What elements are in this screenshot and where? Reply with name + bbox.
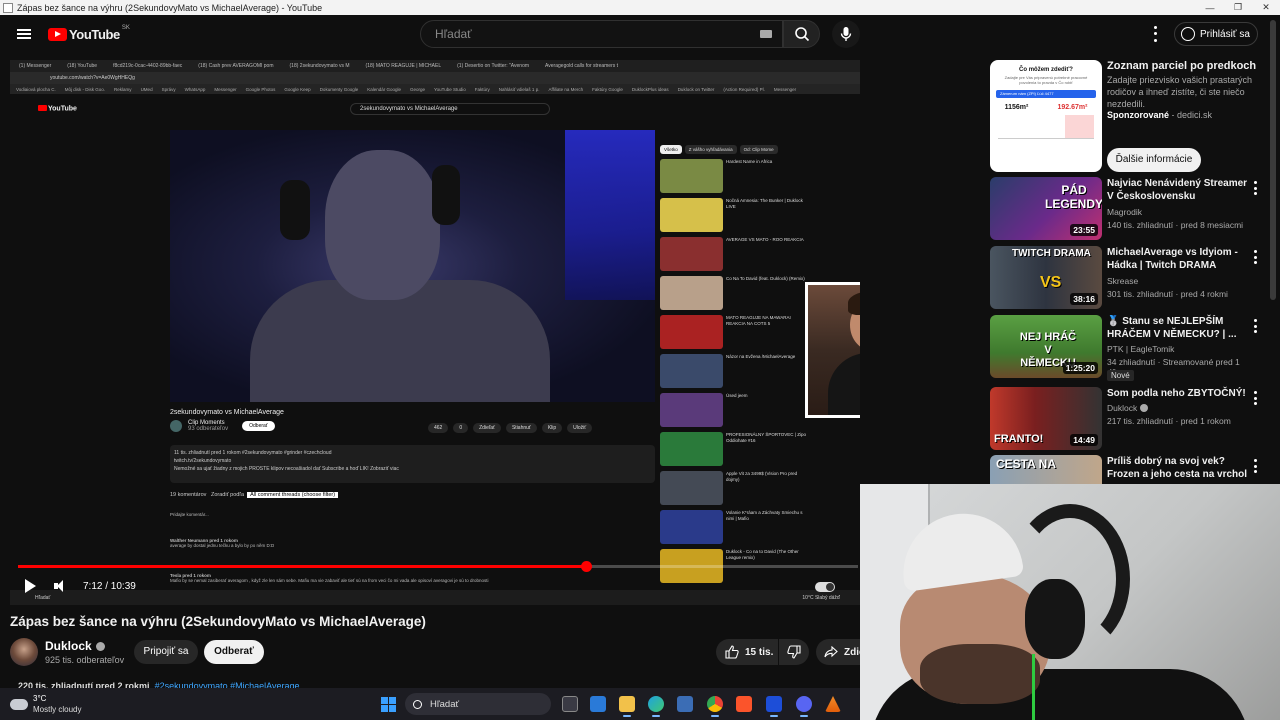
task-view-icon[interactable] — [562, 696, 578, 712]
inner-video-title: 2sekundovymato vs MichaelAverage — [170, 409, 284, 416]
inner-channel-row: Clip Moments 93 odberateľov Odberať — [170, 420, 275, 432]
inner-comments-header: 19 komentárov Zoradiť podľa All comment … — [170, 492, 339, 498]
search-input[interactable]: Hľadať — [420, 20, 783, 48]
inner-action-buttons: 462 0 Zdieľať Stiahnuť Klip Uložiť — [428, 423, 593, 433]
ad-sponsor: Sponzorované · dedici.sk — [1107, 110, 1213, 120]
autoplay-toggle[interactable] — [815, 582, 835, 592]
video-thumbnail[interactable]: FRANTO! 14:49 — [990, 387, 1102, 450]
related-video-item[interactable]: PÁD LEGENDY 23:55 Najviac Nenávidený Str… — [990, 177, 1265, 241]
user-icon — [1181, 27, 1195, 41]
related-sidebar: Čo môžem zdediť? Zadajte pre Vás priprav… — [985, 60, 1270, 518]
app-icon — [3, 2, 13, 13]
scrubber-handle[interactable] — [580, 561, 592, 572]
inner-related-list: Všetko Z vášho vyhľadávania Od: Clip Mome … — [660, 145, 810, 588]
voice-search-button[interactable] — [832, 20, 860, 48]
ad-more-info-button[interactable]: Ďalšie informácie — [1107, 148, 1201, 172]
video-player[interactable]: (1) Messenger (18) YouTube f8cd219c-0cac-4… — [10, 60, 860, 605]
inner-webcam-overlay — [805, 282, 860, 418]
share-icon — [824, 646, 838, 658]
search-icon — [413, 699, 422, 709]
like-button[interactable]: 15 tis. — [716, 639, 778, 665]
progress-fill — [18, 565, 586, 568]
inner-description: 11 tis. zhliadnutí pred 1 rokom #2sekund… — [170, 445, 655, 483]
vlc-icon[interactable] — [825, 696, 841, 712]
photos-icon[interactable] — [677, 696, 693, 712]
maximize-button[interactable]: ❐ — [1224, 2, 1252, 13]
inner-youtube-header: YouTube 2sekundovymato vs MichaelAverage — [10, 100, 860, 120]
windows-start-icon[interactable] — [381, 697, 396, 712]
search-button[interactable] — [783, 20, 820, 48]
subscribe-button[interactable]: Odberať — [204, 640, 264, 664]
join-button[interactable]: Pripojiť sa — [134, 640, 198, 664]
windows-taskbar: 3°C Mostly cloudy Hľadať — [0, 688, 860, 720]
more-options-icon[interactable] — [1253, 391, 1257, 405]
inner-browser-tabs: (1) Messenger (18) YouTube f8cd219c-0cac-4… — [10, 60, 860, 72]
webcam-overlay — [860, 484, 1280, 720]
video-thumbnail[interactable]: TWITCH DRAMA VS 38:16 — [990, 246, 1102, 309]
subscriber-count: 925 tis. odberateľov — [45, 655, 125, 665]
discord-icon[interactable] — [796, 696, 812, 717]
inner-url-bar: youtube.com/watch?v=Ae0WgHHEQg — [10, 72, 860, 84]
ad-thumbnail[interactable]: Čo môžem zdediť? Zadajte pre Vás priprav… — [990, 60, 1102, 172]
time-display: 7:12 / 10:39 — [83, 580, 136, 592]
related-video-item[interactable]: NEJ HRÁČ V NĚMECKU 1:25:20 🥈 Stanu se NE… — [990, 315, 1265, 381]
microphone-icon — [840, 27, 852, 41]
more-options-icon[interactable] — [1253, 459, 1257, 473]
youtube-header: YouTube SK Hľadať Prihlásiť sa — [0, 15, 1280, 53]
minimize-button[interactable]: — — [1196, 3, 1224, 13]
cloud-icon — [10, 698, 28, 710]
related-video-item[interactable]: FRANTO! 14:49 Som podla neho ZBYTOČNÝ! D… — [990, 387, 1265, 451]
menu-icon[interactable] — [17, 29, 31, 39]
more-options-icon[interactable] — [1253, 181, 1257, 195]
edge-icon[interactable] — [648, 696, 664, 717]
play-icon[interactable] — [25, 579, 36, 593]
weather-widget[interactable]: 3°C Mostly cloudy — [10, 693, 81, 715]
close-button[interactable]: ✕ — [1252, 2, 1280, 13]
window-title: Zápas bez šance na výhru (2SekundovyMato… — [17, 2, 323, 13]
ad-title[interactable]: Zoznam parciel po predkoch — [1107, 60, 1256, 72]
progress-bar[interactable] — [18, 561, 858, 572]
video-thumbnail[interactable]: NEJ HRÁČ V NĚMECKU 1:25:20 — [990, 315, 1102, 378]
volume-icon[interactable] — [54, 580, 66, 592]
channel-name[interactable]: Duklock — [45, 639, 105, 653]
inner-bookmarks-bar: Vodiaiová plocha C. Môj disk - Disk Goo. R… — [10, 84, 860, 94]
youtube-play-icon — [48, 27, 67, 41]
store-icon[interactable] — [590, 696, 606, 712]
channel-avatar[interactable] — [10, 638, 38, 666]
video-thumbnail[interactable]: PÁD LEGENDY 23:55 — [990, 177, 1102, 240]
video-title: Zápas bez šance na výhru (2SekundovyMato… — [10, 614, 426, 629]
brave-icon[interactable] — [736, 696, 752, 712]
more-options-icon[interactable] — [1253, 250, 1257, 264]
verified-icon — [1139, 404, 1148, 412]
window-titlebar: Zápas bez šance na výhru (2SekundovyMato… — [0, 0, 1280, 15]
keyboard-icon[interactable] — [760, 30, 772, 38]
page-scrollbar[interactable] — [1270, 20, 1276, 300]
file-explorer-icon[interactable] — [619, 696, 635, 717]
chrome-icon[interactable] — [707, 696, 723, 717]
more-options-icon[interactable] — [1253, 319, 1257, 333]
verified-icon — [95, 641, 105, 651]
video-content-screen-capture: (1) Messenger (18) YouTube f8cd219c-0cac-4… — [10, 60, 860, 605]
search-icon — [794, 27, 809, 42]
taskbar-search[interactable]: Hľadať — [405, 693, 551, 715]
related-video-item[interactable]: TWITCH DRAMA VS 38:16 MichaelAverage vs … — [990, 246, 1265, 310]
settings-menu-icon[interactable] — [1150, 24, 1160, 44]
youtube-logo[interactable]: YouTube SK — [48, 25, 130, 42]
player-controls: 7:12 / 10:39 — [10, 575, 860, 597]
sign-in-button[interactable]: Prihlásiť sa — [1174, 22, 1258, 46]
app-icon[interactable] — [766, 696, 782, 717]
dislike-button[interactable] — [779, 639, 809, 665]
ad-description: Zadajte priezvisko vašich prastarých rod… — [1107, 75, 1253, 109]
thumbs-down-icon — [787, 645, 801, 659]
inner-video-frame — [170, 130, 655, 402]
thumbs-up-icon — [725, 645, 739, 659]
